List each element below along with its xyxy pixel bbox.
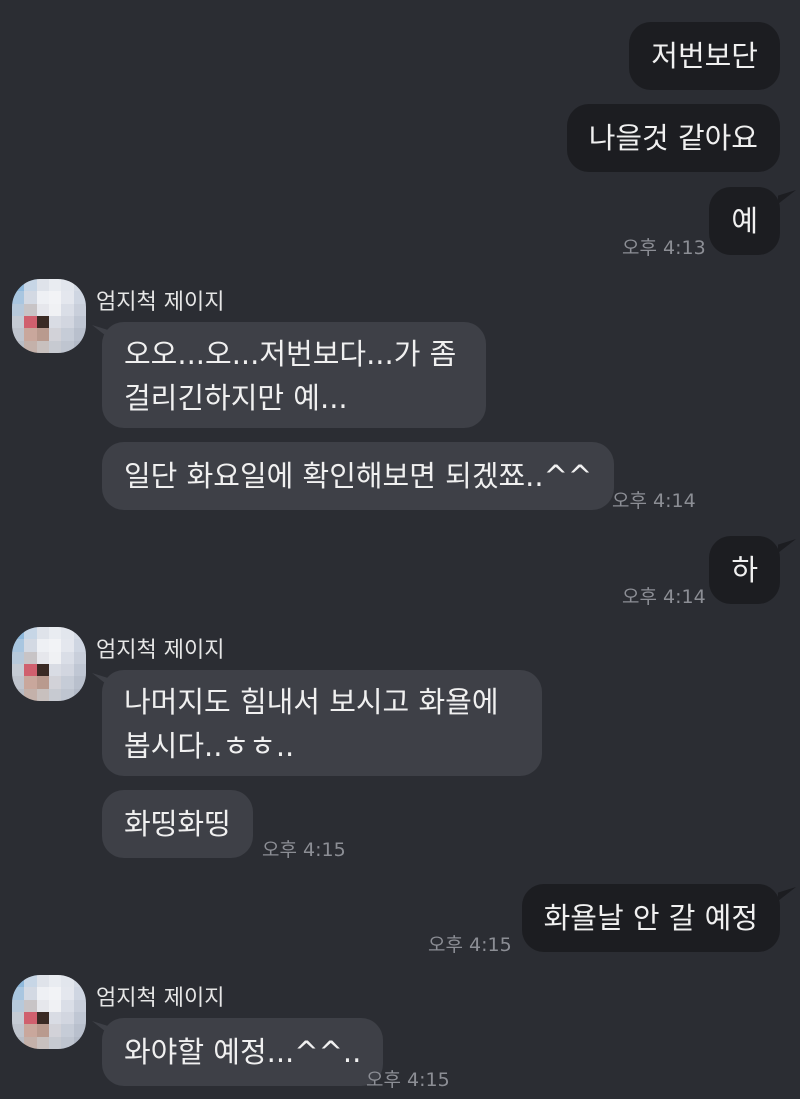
avatar-icon[interactable] xyxy=(12,279,86,353)
avatar-icon[interactable] xyxy=(12,975,86,1049)
message-text: 저번보단 xyxy=(651,39,758,73)
message-bubble-incoming[interactable]: 나머지도 힘내서 보시고 화욜에 봅시다..ㅎㅎ.. xyxy=(102,670,542,776)
message-text: 예 xyxy=(731,204,758,238)
message-bubble-incoming[interactable]: 와야할 예정...^^.. xyxy=(102,1018,384,1086)
message-bubble-incoming[interactable]: 화띵화띵 xyxy=(102,790,253,858)
message-bubble-outgoing[interactable]: 하 xyxy=(709,536,780,604)
message-text: 나머지도 힘내서 보시고 화욜에 xyxy=(124,685,499,719)
message-text: 화띵화띵 xyxy=(124,807,231,841)
message-bubble-outgoing[interactable]: 예 xyxy=(709,187,780,255)
message-text: 봅시다..ㅎㅎ.. xyxy=(124,729,295,763)
message-text: 나을것 같아요 xyxy=(588,121,758,155)
message-text: 걸리긴하지만 예... xyxy=(124,381,348,415)
message-timestamp: 오후 4:13 xyxy=(622,237,706,259)
message-bubble-incoming[interactable]: 오오...오...저번보다...가 좀 걸리긴하지만 예... xyxy=(102,322,486,428)
sender-name: 엄지척 제이지 xyxy=(96,290,225,315)
message-bubble-incoming[interactable]: 일단 화요일에 확인해보면 되겠쬬..^^ xyxy=(102,442,615,510)
message-timestamp: 오후 4:15 xyxy=(366,1069,450,1091)
message-text: 오오...오...저번보다...가 좀 xyxy=(124,337,457,371)
message-timestamp: 오후 4:15 xyxy=(428,934,512,956)
bubble-tail xyxy=(778,539,796,553)
message-bubble-outgoing[interactable]: 화욜날 안 갈 예정 xyxy=(521,884,780,952)
bubble-tail xyxy=(778,190,796,204)
message-bubble-outgoing[interactable]: 나을것 같아요 xyxy=(566,104,780,172)
message-timestamp: 오후 4:15 xyxy=(262,839,346,861)
bubble-tail xyxy=(778,887,796,901)
message-text: 하 xyxy=(731,553,758,587)
message-text: 화욜날 안 갈 예정 xyxy=(543,901,758,935)
message-bubble-outgoing[interactable]: 저번보단 xyxy=(629,22,780,90)
message-text: 일단 화요일에 확인해보면 되겠쬬..^^ xyxy=(124,459,593,493)
avatar-icon[interactable] xyxy=(12,627,86,701)
sender-name: 엄지척 제이지 xyxy=(96,638,225,663)
message-timestamp: 오후 4:14 xyxy=(622,586,706,608)
sender-name: 엄지척 제이지 xyxy=(96,986,225,1011)
message-text: 와야할 예정...^^.. xyxy=(124,1035,362,1069)
message-timestamp: 오후 4:14 xyxy=(612,490,696,512)
